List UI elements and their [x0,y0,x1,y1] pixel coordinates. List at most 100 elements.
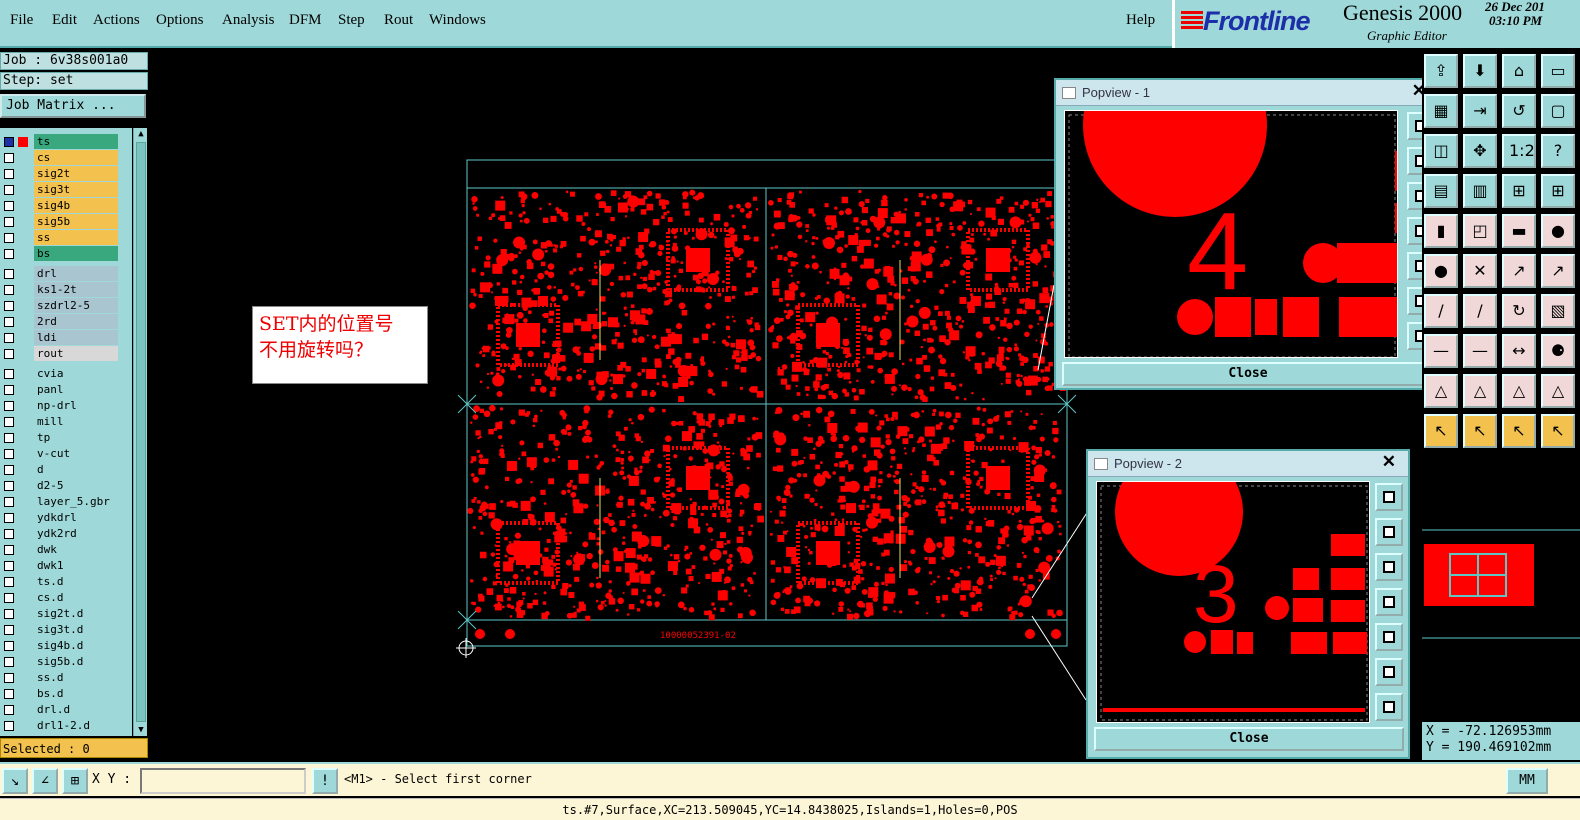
menu-help[interactable]: Help [1126,12,1155,29]
layer-row[interactable]: v-cut [0,446,132,462]
menu-edit[interactable]: Edit [52,12,77,29]
popview-2-titlebar[interactable]: Popview - 2 ✕ [1088,451,1408,477]
zoom-in-icon[interactable] [1375,518,1403,546]
tool-button-icon[interactable]: ⌂ [1502,54,1536,88]
layer-checkbox[interactable] [4,465,14,475]
layer-name[interactable]: sig2t [34,166,118,181]
tool-button-icon[interactable]: ⊞ [1502,174,1536,208]
tool-button-icon[interactable]: ↗ [1502,254,1536,288]
layer-name[interactable]: sig4b.d [34,638,118,653]
layer-name[interactable]: ss.d [34,670,118,685]
layer-row[interactable]: sig2t.d [0,606,132,622]
tool-button-icon[interactable]: ▮ [1424,214,1458,248]
layer-checkbox[interactable] [4,497,14,507]
overview-map[interactable] [1422,520,1580,640]
popview-1-close-button[interactable]: Close [1062,362,1434,386]
layer-checkbox[interactable] [4,185,14,195]
layer-row[interactable]: cs [0,150,132,166]
layer-name[interactable]: dwk1 [34,558,118,573]
tool-button-icon[interactable]: ↖ [1502,414,1536,448]
tool-button-icon[interactable]: ? [1541,134,1575,168]
tool-button-icon[interactable]: △ [1541,374,1575,408]
layer-name[interactable]: dwk [34,542,118,557]
layer-row[interactable]: panl [0,382,132,398]
units-button[interactable]: MM [1506,768,1548,794]
layer-row[interactable]: drl1-2.d [0,718,132,734]
layer-checkbox[interactable] [4,349,14,359]
layer-checkbox[interactable] [4,369,14,379]
layer-name[interactable]: panl [34,382,118,397]
layer-row[interactable]: sig5b [0,214,132,230]
layer-checkbox[interactable] [4,481,14,491]
pan-left-icon[interactable] [1375,588,1403,616]
measure-icon[interactable]: ∠ [32,768,58,794]
layer-row[interactable]: ts [0,134,132,150]
grid-icon[interactable]: ⊞ [62,768,88,794]
layer-row[interactable]: sig4b.d [0,638,132,654]
layer-name[interactable]: v-cut [34,446,118,461]
layer-checkbox[interactable] [4,317,14,327]
layer-name[interactable]: sig3t.d [34,622,118,637]
tool-button-icon[interactable]: ↖ [1541,414,1575,448]
layer-row[interactable]: bs [0,246,132,262]
layer-scrollbar[interactable]: ▲ ▼ [133,128,147,736]
layer-name[interactable]: sig3t [34,182,118,197]
layer-row[interactable]: np-drl [0,398,132,414]
layer-row[interactable]: cs.d [0,590,132,606]
layer-name[interactable]: drl1-2.d [34,718,118,733]
layer-checkbox[interactable] [4,137,14,147]
tool-button-icon[interactable]: ⬇ [1463,54,1497,88]
alert-icon[interactable]: ! [312,768,338,794]
layer-row[interactable]: ydkdrl [0,510,132,526]
layer-row[interactable]: d2-5 [0,478,132,494]
layer-row[interactable]: rout [0,346,132,362]
tool-button-icon[interactable]: ◫ [1424,134,1458,168]
layer-checkbox[interactable] [4,385,14,395]
zoom-out-icon[interactable] [1375,553,1403,581]
layer-row[interactable]: ks1-2t [0,282,132,298]
layer-row[interactable]: tp [0,430,132,446]
layer-checkbox[interactable] [4,333,14,343]
layer-name[interactable]: ts [34,134,118,149]
menu-windows[interactable]: Windows [429,12,486,29]
layer-row[interactable]: ss [0,230,132,246]
tool-button-icon[interactable]: ⚈ [1541,334,1575,368]
layer-checkbox[interactable] [4,657,14,667]
layer-checkbox[interactable] [4,417,14,427]
menu-dfm[interactable]: DFM [289,12,322,29]
tool-button-icon[interactable]: ● [1424,254,1458,288]
layer-checkbox[interactable] [4,433,14,443]
tool-button-icon[interactable]: △ [1463,374,1497,408]
popview-2-view[interactable]: 3 [1096,481,1370,723]
menu-actions[interactable]: Actions [93,12,140,29]
layer-checkbox[interactable] [4,593,14,603]
tool-button-icon[interactable]: ▥ [1463,174,1497,208]
tool-button-icon[interactable]: ↺ [1502,94,1536,128]
layer-row[interactable]: ldi [0,330,132,346]
layer-row[interactable]: drl [0,266,132,282]
layer-checkbox[interactable] [4,285,14,295]
job-matrix-button[interactable]: Job Matrix ... [0,94,146,118]
pan-all-icon[interactable] [1375,693,1403,721]
tool-button-icon[interactable]: ▬ [1502,214,1536,248]
layer-name[interactable]: bs [34,246,118,261]
menu-options[interactable]: Options [156,12,204,29]
layer-checkbox[interactable] [4,249,14,259]
layer-checkbox[interactable] [4,201,14,211]
layer-name[interactable]: tp [34,430,118,445]
layer-row[interactable]: dwk [0,542,132,558]
layer-row[interactable]: mill [0,414,132,430]
layer-checkbox[interactable] [4,233,14,243]
layer-checkbox[interactable] [4,217,14,227]
layer-row[interactable]: dwk1 [0,558,132,574]
tool-button-icon[interactable]: — [1424,334,1458,368]
layer-checkbox[interactable] [4,705,14,715]
tool-button-icon[interactable]: ● [1541,214,1575,248]
tool-button-icon[interactable]: ↖ [1463,414,1497,448]
layer-row[interactable]: szdrl2-5 [0,298,132,314]
tool-button-icon[interactable]: 1:2 [1502,134,1536,168]
layer-checkbox[interactable] [4,513,14,523]
layer-name[interactable]: drl.d [34,702,118,717]
tool-button-icon[interactable]: ↻ [1502,294,1536,328]
layer-name[interactable]: cs.d [34,590,118,605]
